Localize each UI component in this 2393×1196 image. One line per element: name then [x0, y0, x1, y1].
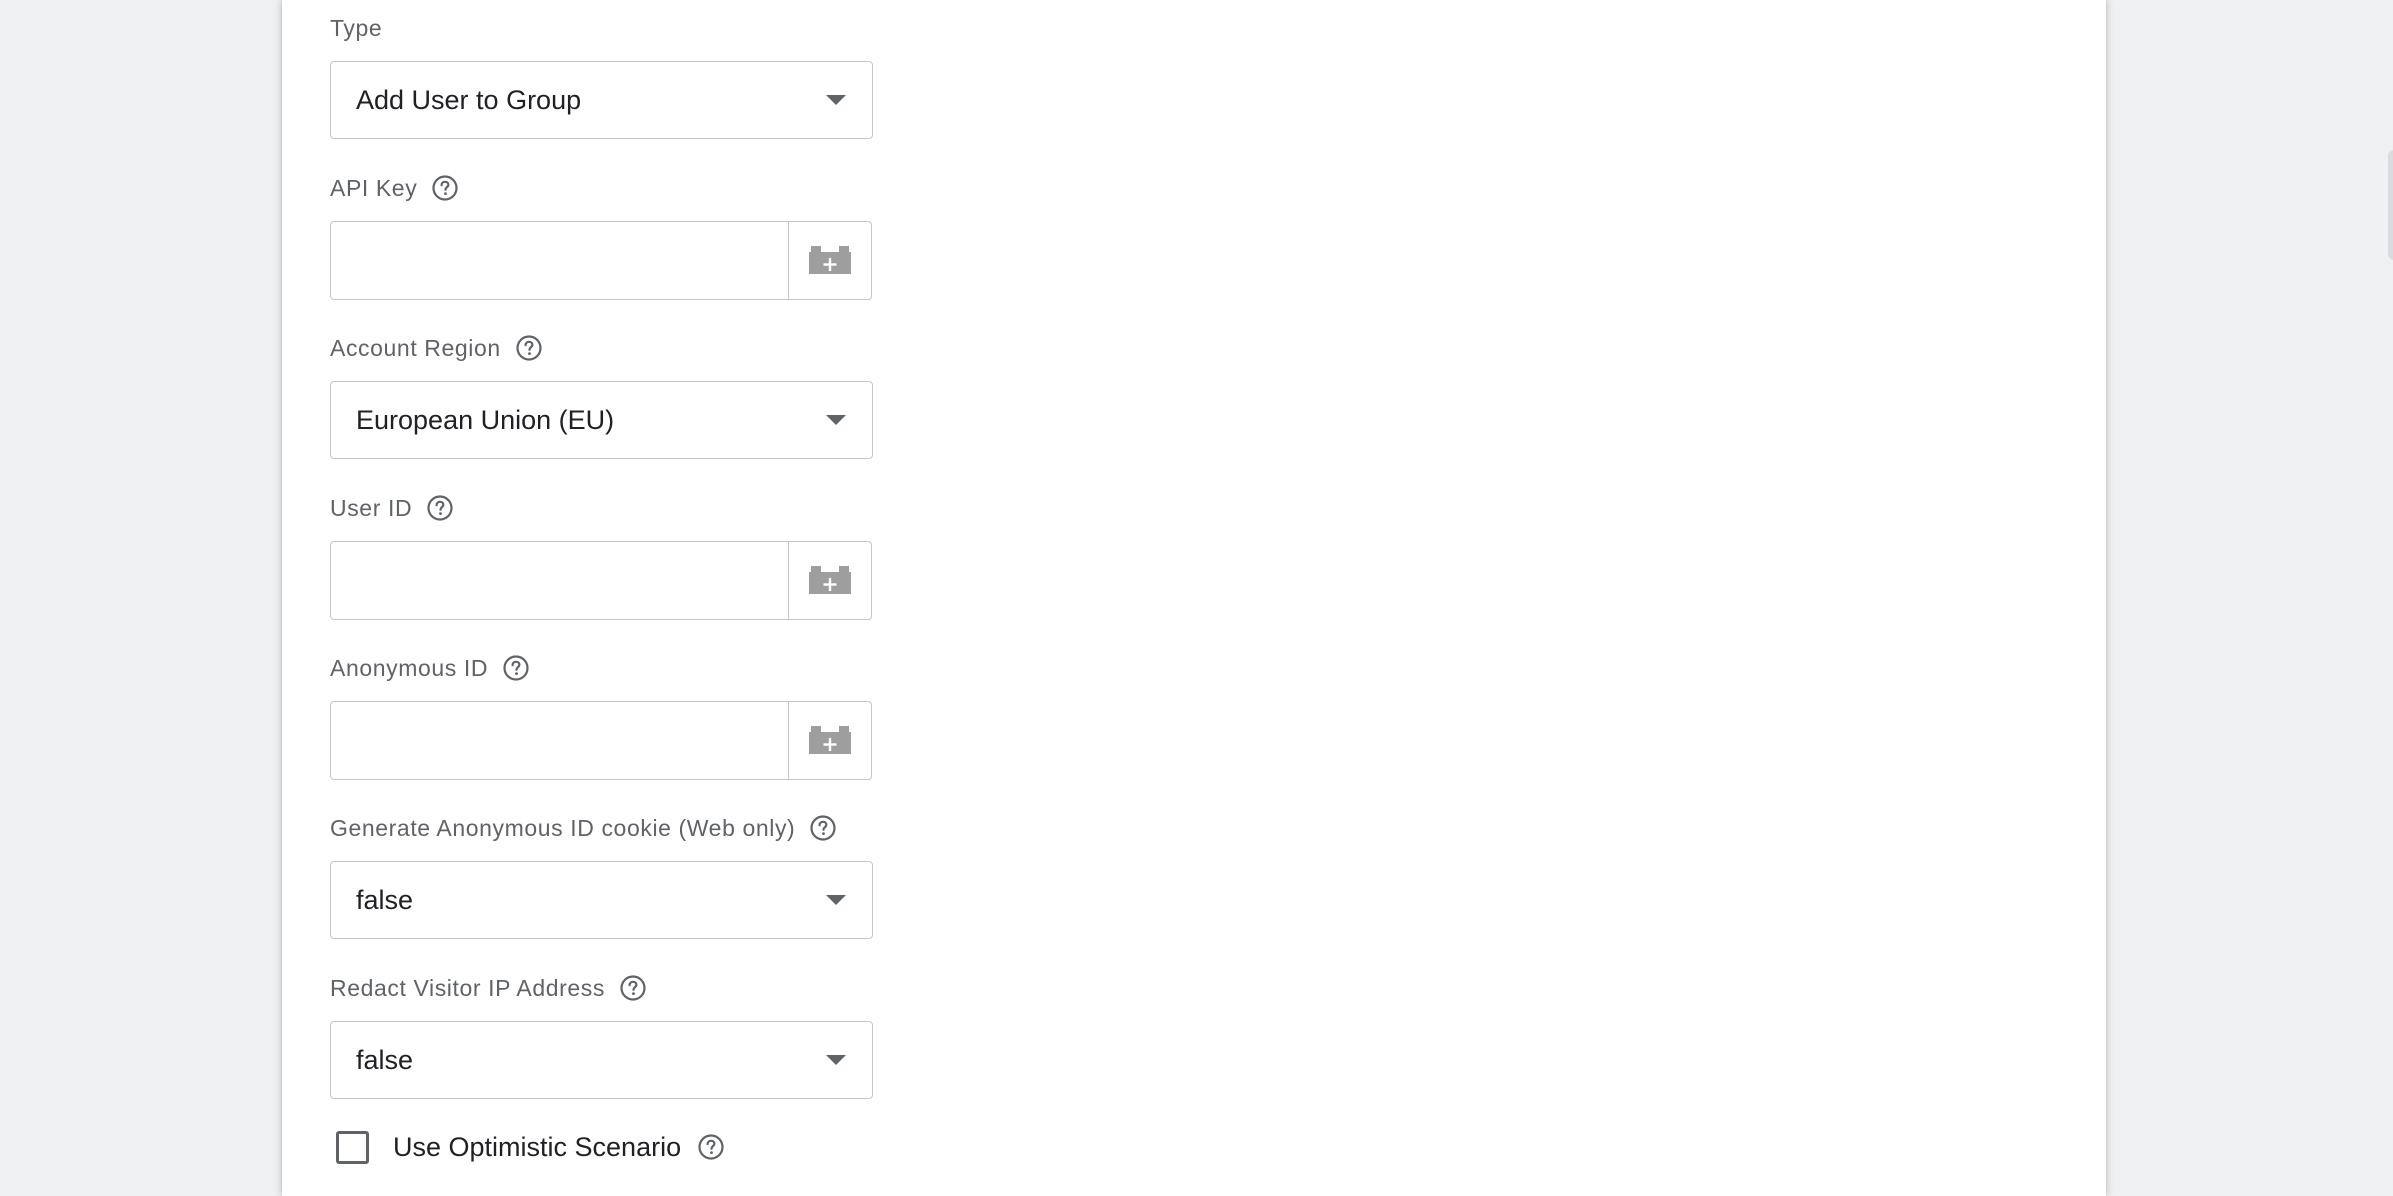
caret-down-icon [826, 895, 846, 905]
insert-variable-button[interactable] [788, 542, 871, 619]
account-region-select[interactable]: European Union (EU) [330, 381, 873, 459]
account-region-label: Account Region [330, 334, 501, 361]
account-region-label-row: Account Region [330, 331, 875, 365]
redact-ip-label: Redact Visitor IP Address [330, 974, 605, 1001]
api-key-label-row: API Key [330, 171, 875, 205]
anonymous-id-field: Anonymous ID [330, 651, 875, 780]
variable-brick-icon [809, 245, 851, 274]
insert-variable-button[interactable] [788, 222, 871, 299]
help-icon[interactable] [515, 334, 543, 362]
optimistic-scenario-label[interactable]: Use Optimistic Scenario [393, 1132, 681, 1163]
help-icon[interactable] [809, 814, 837, 842]
user-id-input[interactable] [331, 542, 788, 619]
generate-anonymous-cookie-select-value: false [356, 885, 414, 915]
help-icon[interactable] [431, 174, 459, 202]
redact-ip-field: Redact Visitor IP Address false [330, 971, 875, 1099]
type-select-value: Add User to Group [356, 85, 582, 115]
help-icon[interactable] [426, 494, 454, 522]
caret-down-icon [826, 1055, 846, 1065]
redact-ip-select[interactable]: false [330, 1021, 873, 1099]
variable-brick-icon [809, 565, 851, 594]
side-panel-edge [2388, 150, 2393, 260]
caret-down-icon [826, 95, 846, 105]
help-icon[interactable] [619, 974, 647, 1002]
user-id-input-group [330, 541, 872, 620]
user-id-label: User ID [330, 494, 413, 521]
caret-down-icon [826, 415, 846, 425]
account-region-field: Account Region European Union (EU) [330, 331, 875, 459]
api-key-label: API Key [330, 174, 418, 201]
user-id-field: User ID [330, 491, 875, 620]
api-key-input[interactable] [331, 222, 788, 299]
type-label: Type [330, 14, 383, 41]
redact-ip-select-value: false [356, 1045, 414, 1075]
generate-anonymous-cookie-label: Generate Anonymous ID cookie (Web only) [330, 814, 796, 841]
account-region-select-value: European Union (EU) [356, 405, 615, 435]
anonymous-id-label-row: Anonymous ID [330, 651, 875, 685]
api-key-field: API Key [330, 171, 875, 300]
type-field: Type Add User to Group [330, 11, 875, 139]
anonymous-id-input-group [330, 701, 872, 780]
insert-variable-button[interactable] [788, 702, 871, 779]
anonymous-id-input[interactable] [331, 702, 788, 779]
type-select[interactable]: Add User to Group [330, 61, 873, 139]
optimistic-scenario-checkbox[interactable] [336, 1130, 369, 1164]
user-id-label-row: User ID [330, 491, 875, 525]
variable-brick-icon [809, 725, 851, 754]
generate-anonymous-cookie-field: Generate Anonymous ID cookie (Web only) … [330, 811, 875, 939]
api-key-input-group [330, 221, 872, 300]
optimistic-scenario-row: Use Optimistic Scenario [336, 1127, 725, 1167]
type-label-row: Type [330, 11, 875, 45]
help-icon[interactable] [697, 1133, 725, 1161]
help-icon[interactable] [502, 654, 530, 682]
generate-anonymous-cookie-label-row: Generate Anonymous ID cookie (Web only) [330, 811, 875, 845]
redact-ip-label-row: Redact Visitor IP Address [330, 971, 875, 1005]
anonymous-id-label: Anonymous ID [330, 654, 489, 681]
generate-anonymous-cookie-select[interactable]: false [330, 861, 873, 939]
